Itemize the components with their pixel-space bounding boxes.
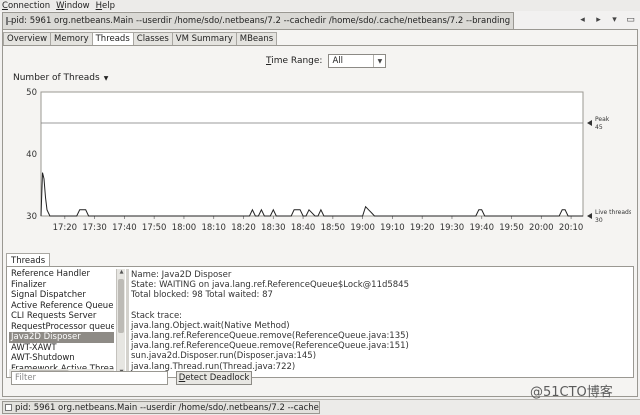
plot-area (40, 91, 584, 217)
x-tick-label: 18:10 (201, 223, 226, 233)
x-tick-label: 17:20 (53, 223, 78, 233)
window-controls: ◂ ▸ ▾ ▭ (577, 15, 636, 25)
stack-trace-heading: Stack trace: (131, 310, 183, 321)
live-threads-label: Live threads (595, 209, 631, 216)
y-tick-label: 50 (26, 88, 37, 98)
menu-bar: Connection Window Help (0, 0, 640, 11)
split-divider[interactable] (126, 269, 129, 377)
tab-mbeans[interactable]: MBeans (235, 32, 278, 46)
status-document-item[interactable]: pid: 5961 org.netbeans.Main --userdir /h… (2, 401, 320, 414)
x-tick-label: 17:50 (142, 223, 167, 233)
thread-list-item[interactable]: Signal Dispatcher (9, 290, 114, 301)
thread-list-item[interactable]: CLI Requests Server (9, 311, 114, 322)
threads-chart: 30 40 50 17:20 17:30 17:40 17:50 18:00 18:10 18:2… (26, 88, 631, 233)
x-tick-label: 18:30 (261, 223, 286, 233)
stack-frame: sun.java2d.Disposer.run(Disposer.java:14… (131, 351, 317, 362)
scroll-right-icon[interactable]: ▸ (593, 15, 604, 25)
thread-list-item[interactable]: RequestProcessor queue manager (9, 322, 114, 333)
chart-title-text: Number of Threads (13, 73, 100, 83)
time-range-value: All (332, 56, 344, 66)
subtab-bar: Overview Memory Threads Classes VM Summa… (3, 32, 278, 46)
thread-list-item[interactable]: Reference Handler (9, 269, 114, 280)
chevron-down-icon[interactable]: ▼ (373, 55, 385, 67)
x-tick-label: 19:20 (410, 223, 435, 233)
y-tick-label: 40 (26, 150, 37, 160)
thread-list-item[interactable]: AWT-XAWT (9, 343, 114, 354)
time-range: Time Range: All ▼ (266, 54, 387, 68)
x-tick-label: 18:20 (231, 223, 256, 233)
x-tick-label: 18:00 (172, 223, 197, 233)
menu-connection[interactable]: Connection (2, 1, 50, 11)
thread-list[interactable]: Reference Handler Finalizer Signal Dispatc… (9, 269, 114, 377)
x-tick-label: 20:00 (529, 223, 554, 233)
menu-help[interactable]: Help (96, 1, 115, 11)
maximize-icon[interactable]: ▭ (625, 15, 636, 25)
status-bar: pid: 5961 org.netbeans.Main --userdir /h… (0, 399, 640, 415)
tab-vm-summary[interactable]: VM Summary (171, 32, 237, 46)
thread-state: State: WAITING on java.lang.ref.Referenc… (131, 280, 410, 291)
live-threads-marker (587, 213, 592, 219)
thread-name: Name: Java2D Disposer (131, 270, 232, 280)
document-list-icon[interactable]: ▾ (609, 15, 620, 25)
peak-marker (587, 120, 592, 126)
detect-deadlock-button[interactable]: Detect Deadlock (176, 371, 252, 385)
tab-classes[interactable]: Classes (132, 32, 173, 46)
x-tick-label: 17:40 (112, 223, 137, 233)
thread-totals: Total blocked: 98 Total waited: 87 (131, 290, 273, 301)
x-tick-label: 18:50 (321, 223, 346, 233)
peak-label: Peak (595, 116, 610, 123)
x-tick-label: 19:50 (499, 223, 524, 233)
document-tab-title: pid: 5961 org.netbeans.Main --userdir /h… (11, 16, 514, 26)
chart-title[interactable]: Number of Threads ▼ (13, 73, 108, 83)
threads-panel: Reference Handler Finalizer Signal Dispatc… (6, 266, 634, 378)
document-tab[interactable]: pid: 5961 org.netbeans.Main --userdir /h… (2, 12, 514, 29)
peak-value: 45 (595, 124, 603, 131)
x-tick-label: 19:10 (380, 223, 405, 233)
x-tick-label: 18:40 (291, 223, 316, 233)
x-tick-label: 19:00 (350, 223, 375, 233)
chevron-down-icon[interactable]: ▼ (104, 75, 109, 82)
menu-window[interactable]: Window (56, 1, 90, 11)
thread-list-item[interactable]: Finalizer (9, 280, 114, 291)
stack-frame: java.lang.Object.wait(Native Method) (131, 320, 290, 331)
stack-frame: java.lang.ref.ReferenceQueue.remove(Refe… (131, 331, 409, 342)
tab-divider (3, 45, 637, 46)
x-tick-label: 19:40 (469, 223, 494, 233)
tab-memory[interactable]: Memory (50, 32, 93, 46)
live-threads-value: 30 (595, 217, 603, 224)
threads-view: Overview Memory Threads Classes VM Summa… (2, 29, 638, 397)
thread-list-item[interactable]: Active Reference Queue Daemon (9, 301, 114, 312)
x-tick-label: 19:30 (440, 223, 465, 233)
time-range-select[interactable]: All ▼ (328, 54, 387, 68)
x-tick-label: 20:10 (559, 223, 584, 233)
thread-detail: Name: Java2D Disposer State: WAITING on … (131, 270, 631, 376)
application-icon (6, 17, 12, 25)
watermark: @51CTO博客 (530, 385, 613, 400)
scrollbar-thumb[interactable] (118, 279, 124, 333)
x-tick-label: 17:30 (82, 223, 107, 233)
tab-overview[interactable]: Overview (3, 32, 52, 46)
stack-frame: java.lang.ref.ReferenceQueue.remove(Refe… (131, 341, 409, 352)
y-tick-label: 30 (26, 212, 37, 222)
tab-threads[interactable]: Threads (91, 32, 134, 46)
scroll-left-icon[interactable]: ◂ (577, 15, 588, 25)
thread-list-item[interactable]: Java2D Disposer (9, 332, 114, 343)
thread-list-item[interactable]: AWT-Shutdown (9, 353, 114, 364)
application-icon (5, 404, 12, 411)
threads-section-tab[interactable]: Threads (6, 253, 51, 267)
thread-list-vertical-scrollbar[interactable]: ▲ ▼ (116, 269, 125, 377)
scroll-up-icon[interactable]: ▲ (117, 269, 126, 277)
filter-input[interactable]: Filter (11, 371, 168, 385)
time-range-label: Time Range: (266, 56, 323, 66)
status-document-title: pid: 5961 org.netbeans.Main --userdir /h… (15, 402, 320, 413)
